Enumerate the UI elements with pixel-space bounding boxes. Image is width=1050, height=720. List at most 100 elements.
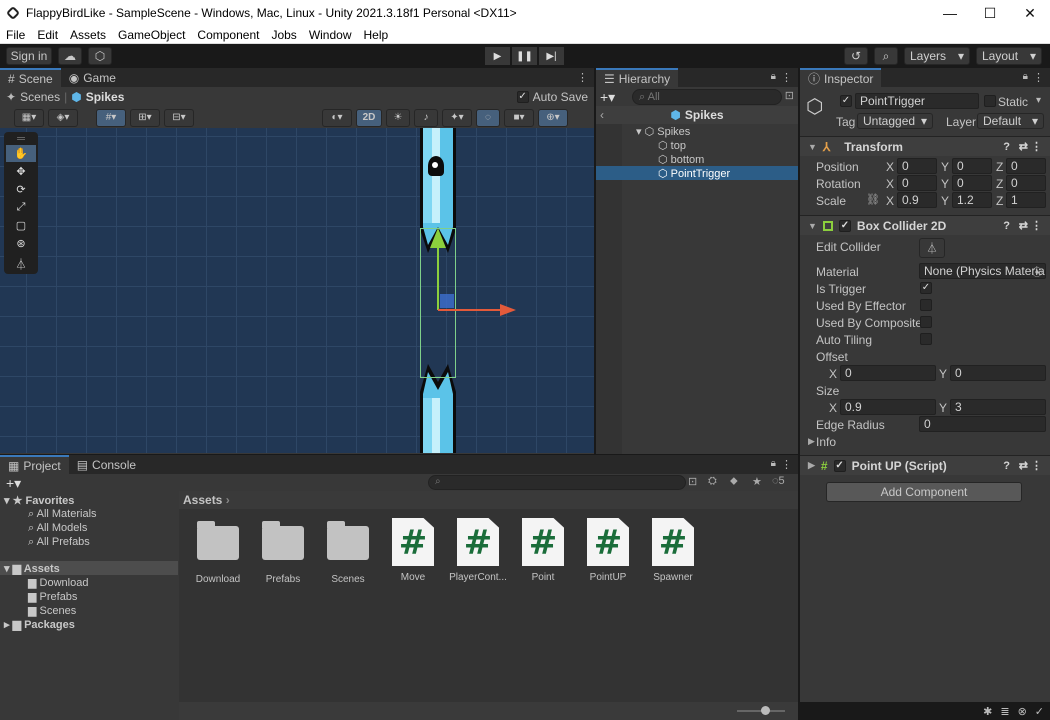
label-icon[interactable]: ⬥ (730, 475, 738, 488)
kebab-menu-icon[interactable]: ⋮ (781, 71, 792, 84)
snap-icon[interactable]: ⊞▾ (130, 108, 160, 127)
kebab-menu-icon[interactable]: ⋮ (1033, 71, 1044, 84)
collab-icon[interactable]: ⬡ (88, 47, 112, 65)
offset-y-field[interactable]: 0 (950, 365, 1046, 381)
transform-tool-icon[interactable]: ⊛ (6, 235, 36, 252)
lighting-toggle-icon[interactable]: ☀ (386, 108, 410, 127)
breadcrumb-root[interactable]: Scenes (20, 90, 60, 104)
kebab-menu-icon[interactable]: ⋮ (1031, 459, 1042, 472)
filter-type-icon[interactable]: ⛭ (708, 475, 717, 488)
drag-handle-icon[interactable]: ═ (6, 133, 36, 145)
menu-window[interactable]: Window (303, 28, 358, 42)
rotation-y-field[interactable]: 0 (952, 175, 992, 191)
custom-tool-icon[interactable]: ⏃ (6, 255, 36, 272)
lighting-icon[interactable]: ◐▾ (322, 108, 352, 127)
tree-item-spikes[interactable]: ▾ ⬡ Spikes (636, 125, 690, 138)
tree-item-scenes[interactable]: ▆ Scenes (28, 604, 76, 617)
tree-item-download[interactable]: ▆ Download (28, 576, 88, 589)
tab-scene[interactable]: # Scene (0, 68, 61, 87)
rect-tool-icon[interactable]: ▢ (6, 217, 36, 234)
search-icon[interactable]: ⌕ (874, 47, 898, 65)
asset-item[interactable]: # Point (513, 518, 573, 583)
help-icon[interactable]: ? (1003, 460, 1010, 472)
pause-button[interactable]: ❚❚ (512, 47, 537, 65)
lock-icon[interactable]: 🔒︎ (1023, 71, 1028, 82)
foldout-arrow-icon[interactable]: ▼ (808, 142, 817, 152)
shading-icon[interactable]: ◈▾ (48, 108, 78, 127)
cloud-icon[interactable]: ☁ (58, 47, 82, 65)
offset-x-field[interactable]: 0 (840, 365, 936, 381)
foldout-arrow-icon[interactable]: ▼ (808, 221, 817, 231)
camera-icon[interactable]: ■▾ (504, 108, 534, 127)
menu-help[interactable]: Help (358, 28, 395, 42)
gizmo-grid-icon[interactable]: #▾ (96, 108, 126, 127)
increment-snap-icon[interactable]: ⊟▾ (164, 108, 194, 127)
link-icon[interactable]: ⛓ (866, 193, 880, 206)
asset-item[interactable]: Download (188, 518, 248, 585)
play-button[interactable]: ▶ (485, 47, 510, 65)
size-y-field[interactable]: 3 (950, 399, 1046, 415)
scale-x-field[interactable]: 0.9 (897, 192, 937, 208)
layout-dropdown[interactable]: Layout ▾ (976, 47, 1042, 65)
hidden-packages-icon[interactable]: ◌5 (772, 475, 785, 487)
tree-item-all-materials[interactable]: ⌕ All Materials (28, 508, 97, 521)
add-component-button[interactable]: Add Component (826, 482, 1022, 502)
asset-item[interactable]: # Spawner (643, 518, 703, 583)
material-field[interactable]: None (Physics Materia (919, 263, 1046, 279)
help-icon[interactable]: ? (1003, 220, 1010, 232)
hierarchy-search-input[interactable]: ⌕ All (632, 89, 782, 105)
search-options-icon[interactable]: ⊡ (785, 89, 794, 102)
object-name-field[interactable]: PointTrigger (855, 93, 979, 109)
rotation-x-field[interactable]: 0 (897, 175, 937, 191)
toggle-2d-button[interactable]: 2D (356, 108, 382, 127)
lock-icon[interactable]: 🔒︎ (771, 71, 776, 82)
stack-icon[interactable]: ≣ (1000, 705, 1009, 718)
chevron-down-icon[interactable]: ▾ (1036, 95, 1041, 106)
object-picker-icon[interactable]: ⦿ (1032, 264, 1042, 279)
used-by-effector-checkbox[interactable] (920, 299, 932, 311)
foldout-arrow-icon[interactable]: ▶ (808, 436, 815, 447)
kebab-menu-icon[interactable]: ⋮ (1031, 140, 1042, 153)
hidden-objects-icon[interactable]: ◌ (476, 108, 500, 127)
draw-mode-icon[interactable]: ▦▾ (14, 108, 44, 127)
create-add-button[interactable]: +▾ (6, 475, 21, 492)
asset-item[interactable]: # PointUP (578, 518, 638, 583)
menu-edit[interactable]: Edit (31, 28, 64, 42)
tree-item-all-prefabs[interactable]: ⌕ All Prefabs (28, 536, 90, 549)
preset-icon[interactable]: ⇄ (1019, 140, 1028, 153)
position-x-field[interactable]: 0 (897, 158, 937, 174)
breadcrumb-current[interactable]: Spikes (86, 90, 125, 104)
breadcrumb-assets[interactable]: Assets (183, 493, 222, 507)
auto-save-toggle[interactable]: ✓ Auto Save (516, 90, 588, 104)
tab-console[interactable]: ▤ Console (69, 455, 144, 474)
rotate-tool-icon[interactable]: ⟳ (6, 181, 36, 198)
tab-game[interactable]: ◉ Game (61, 68, 124, 87)
edge-radius-field[interactable]: 0 (919, 416, 1046, 432)
position-z-field[interactable]: 0 (1006, 158, 1046, 174)
gizmo-plane-handle[interactable] (440, 294, 454, 308)
gizmo-y-axis[interactable] (437, 240, 439, 310)
spike-top-sprite[interactable] (420, 128, 456, 228)
scale-z-field[interactable]: 1 (1006, 192, 1046, 208)
create-add-button[interactable]: +▾ (600, 89, 622, 105)
is-trigger-checkbox[interactable]: ✓ (920, 282, 932, 294)
menu-jobs[interactable]: Jobs (265, 28, 302, 42)
used-by-composite-checkbox[interactable] (920, 316, 932, 328)
kebab-menu-icon[interactable]: ⋮ (781, 458, 792, 471)
transform-header[interactable]: ▼ ⅄ Transform ? ⇄ ⋮ (800, 136, 1050, 156)
scale-y-field[interactable]: 1.2 (952, 192, 992, 208)
collider-enabled-checkbox[interactable]: ✓ (838, 219, 851, 232)
auto-save-checkbox[interactable]: ✓ (516, 91, 529, 103)
network-icon[interactable]: ⊗ (1018, 705, 1027, 718)
tab-project[interactable]: ▦ Project (0, 455, 69, 474)
maximize-button[interactable]: ☐ (970, 0, 1010, 26)
favorite-star-icon[interactable]: ★ (752, 475, 762, 488)
asset-item[interactable]: Scenes (318, 518, 378, 585)
effects-icon[interactable]: ✦▾ (442, 108, 472, 127)
size-x-field[interactable]: 0.9 (840, 399, 936, 415)
position-y-field[interactable]: 0 (952, 158, 992, 174)
layers-dropdown[interactable]: Layers ▾ (904, 47, 970, 65)
tab-inspector[interactable]: ⓘ Inspector (800, 68, 882, 87)
tree-item-all-models[interactable]: ⌕ All Models (28, 522, 87, 535)
step-button[interactable]: ▶| (539, 47, 564, 65)
